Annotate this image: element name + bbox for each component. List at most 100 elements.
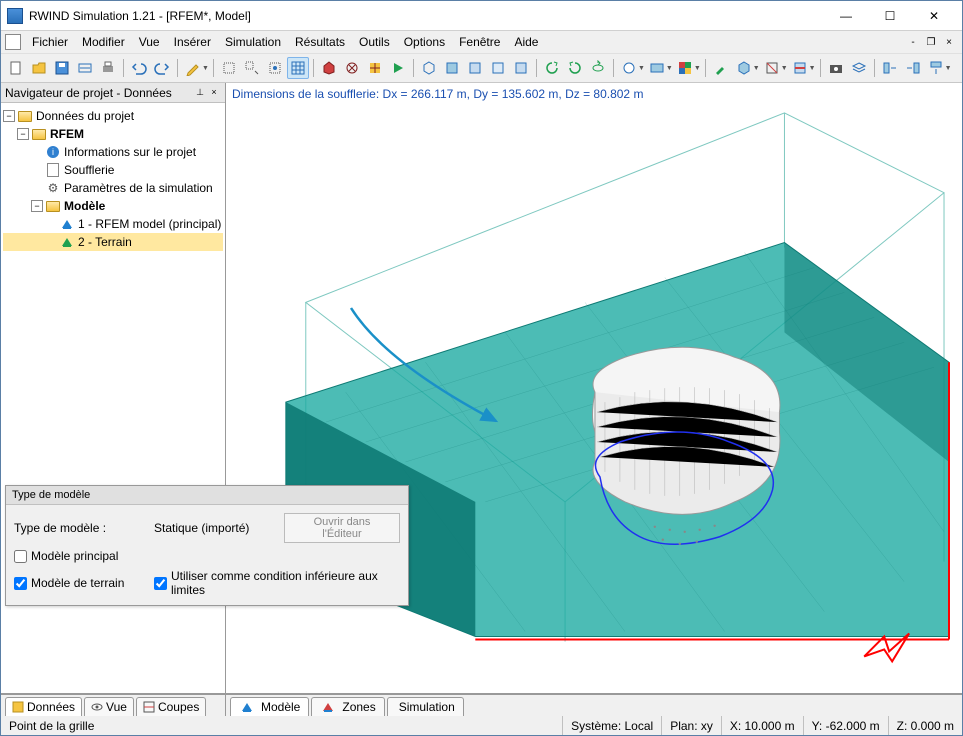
folder-icon: [46, 201, 60, 212]
new-button[interactable]: [5, 57, 27, 79]
window-title: RWIND Simulation 1.21 - [RFEM*, Model]: [29, 9, 824, 23]
tab-label: Coupes: [158, 700, 199, 714]
tree-label: Informations sur le projet: [64, 145, 196, 159]
eye-icon: [91, 701, 103, 713]
menu-fichier[interactable]: Fichier: [25, 33, 75, 51]
probe-button[interactable]: [710, 57, 732, 79]
chk-boundary-input[interactable]: [154, 577, 167, 590]
tree-rfem[interactable]: − RFEM: [3, 125, 223, 143]
section-button[interactable]: [761, 57, 783, 79]
open-editor-button[interactable]: Ouvrir dans l'Éditeur: [284, 513, 400, 543]
label-model-type: Type de modèle :: [14, 521, 154, 535]
edit-model-button[interactable]: [182, 57, 204, 79]
title-bar: RWIND Simulation 1.21 - [RFEM*, Model] —…: [1, 1, 962, 31]
tree-root[interactable]: − Données du projet: [3, 107, 223, 125]
collapse-icon[interactable]: −: [3, 110, 15, 122]
run-simulation-button[interactable]: [387, 57, 409, 79]
data-icon: [12, 701, 24, 713]
clip-button[interactable]: [789, 57, 811, 79]
zoom-select-button[interactable]: [264, 57, 286, 79]
align-left-button[interactable]: [879, 57, 901, 79]
menu-modifier[interactable]: Modifier: [75, 33, 132, 51]
menu-options[interactable]: Options: [397, 33, 452, 51]
tree-model-1[interactable]: 1 - RFEM model (principal): [3, 215, 223, 233]
undo-button[interactable]: [128, 57, 150, 79]
model-icon: [62, 220, 72, 228]
save-button[interactable]: [51, 57, 73, 79]
chk-terrain[interactable]: Modèle de terrain: [14, 576, 154, 590]
view-top-button[interactable]: [487, 57, 509, 79]
mdi-close-button[interactable]: ×: [940, 37, 958, 48]
chk-principal-input[interactable]: [14, 550, 27, 563]
tab-donnees[interactable]: Données: [5, 697, 82, 716]
folder-icon: [32, 129, 46, 140]
view-front-button[interactable]: [441, 57, 463, 79]
menu-inserer[interactable]: Insérer: [167, 33, 218, 51]
status-x: X: 10.000 m: [721, 716, 803, 735]
zoom-window-button[interactable]: [241, 57, 263, 79]
windtunnel-button[interactable]: [74, 57, 96, 79]
chk-terrain-input[interactable]: [14, 577, 27, 590]
menu-outils[interactable]: Outils: [352, 33, 397, 51]
chk-label: Utiliser comme condition inférieure aux …: [171, 569, 400, 597]
tree-params[interactable]: ⚙ Paramètres de la simulation: [3, 179, 223, 197]
rotate-up-button[interactable]: [587, 57, 609, 79]
menu-vue[interactable]: Vue: [132, 33, 167, 51]
align-right-button[interactable]: [902, 57, 924, 79]
tree-model-2[interactable]: 2 - Terrain: [3, 233, 223, 251]
show-model-button[interactable]: [318, 57, 340, 79]
menu-bar: Fichier Modifier Vue Insérer Simulation …: [1, 31, 962, 53]
maximize-button[interactable]: ☐: [868, 2, 912, 30]
zoom-fit-button[interactable]: [218, 57, 240, 79]
color-button[interactable]: [674, 57, 696, 79]
chk-principal[interactable]: Modèle principal: [14, 549, 154, 563]
tree-modele[interactable]: − Modèle: [3, 197, 223, 215]
app-icon: [7, 8, 23, 24]
open-button[interactable]: [28, 57, 50, 79]
layers-button[interactable]: [848, 57, 870, 79]
collapse-icon[interactable]: −: [17, 128, 29, 140]
tree-label: Paramètres de la simulation: [64, 181, 213, 195]
redo-button[interactable]: [151, 57, 173, 79]
zones-icon: [323, 703, 333, 711]
show-zones-button[interactable]: [341, 57, 363, 79]
nav-close-button[interactable]: ×: [207, 86, 221, 100]
tab-coupes[interactable]: Coupes: [136, 697, 206, 716]
tab-modele[interactable]: Modèle: [230, 697, 309, 716]
view-back-button[interactable]: [510, 57, 532, 79]
tab-vue[interactable]: Vue: [84, 697, 134, 716]
tree-info[interactable]: i Informations sur le projet: [3, 143, 223, 161]
menu-fenetre[interactable]: Fenêtre: [452, 33, 507, 51]
section-icon: [143, 701, 155, 713]
tree-soufflerie[interactable]: Soufflerie: [3, 161, 223, 179]
display-button[interactable]: [646, 57, 668, 79]
rotate-right-button[interactable]: [564, 57, 586, 79]
close-button[interactable]: ✕: [912, 2, 956, 30]
view-side-button[interactable]: [464, 57, 486, 79]
gear-icon: ⚙: [45, 181, 61, 195]
status-y: Y: -62.000 m: [803, 716, 888, 735]
chk-boundary[interactable]: Utiliser comme condition inférieure aux …: [154, 569, 400, 597]
pin-button[interactable]: ⊥: [193, 86, 207, 100]
status-bar: Point de la grille Système: Local Plan: …: [1, 715, 962, 735]
show-mesh-button[interactable]: [364, 57, 386, 79]
mdi-restore-button[interactable]: ❐: [922, 37, 940, 48]
collapse-icon[interactable]: −: [31, 200, 43, 212]
grid-button[interactable]: [287, 57, 309, 79]
snapshot-button[interactable]: [825, 57, 847, 79]
minimize-button[interactable]: —: [824, 2, 868, 30]
menu-aide[interactable]: Aide: [507, 33, 545, 51]
view-iso-button[interactable]: [418, 57, 440, 79]
menu-resultats[interactable]: Résultats: [288, 33, 352, 51]
tab-zones[interactable]: Zones: [311, 697, 384, 716]
align-top-button[interactable]: [925, 57, 947, 79]
view-mode-button[interactable]: [618, 57, 640, 79]
menu-simulation[interactable]: Simulation: [218, 33, 288, 51]
tab-simulation[interactable]: Simulation: [387, 697, 464, 716]
mdi-minimize-button[interactable]: -: [904, 37, 922, 48]
probe-dd-button[interactable]: [733, 57, 755, 79]
rotate-left-button[interactable]: [541, 57, 563, 79]
print-button[interactable]: [97, 57, 119, 79]
tree-label: Modèle: [64, 199, 105, 213]
viewport-tabs: Modèle Zones Simulation: [226, 694, 962, 716]
